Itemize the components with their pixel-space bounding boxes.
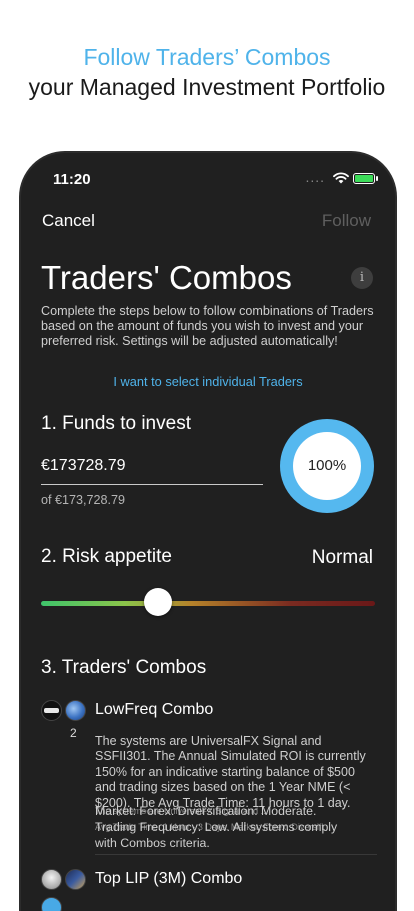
funds-percent-ring: 100%: [280, 419, 374, 513]
avatar-mark: [44, 708, 59, 713]
status-time: 11:20: [53, 171, 91, 188]
combo-description: The systems are UniversalFX Signal and S…: [95, 734, 366, 810]
combo-description-line: with Combos criteria.: [95, 836, 210, 850]
promo-headline: Follow Traders’ Combos your Managed Inve…: [0, 42, 414, 102]
follow-button[interactable]: Follow: [322, 211, 371, 231]
battery-icon: [353, 173, 378, 184]
trader-avatar: [65, 869, 86, 890]
risk-slider-track[interactable]: [41, 601, 375, 606]
funds-input[interactable]: €173728.79: [41, 455, 263, 485]
signal-icon: ....: [305, 169, 325, 185]
status-bar: 11:20 ....: [21, 153, 395, 201]
trader-avatar: [41, 869, 62, 890]
combo-trader-count: 2: [70, 726, 77, 740]
combo-description-line: Trading Frequency: Low. All systems comp…: [95, 820, 338, 834]
promo-subtitle: your Managed Investment Portfolio: [28, 74, 386, 100]
page-description: Complete the steps below to follow combi…: [41, 304, 374, 349]
trader-avatar: [41, 897, 62, 911]
nav-bar: Cancel Follow: [21, 211, 395, 235]
phone-frame: 11:20 .... Cancel Follow Traders' Combos…: [19, 151, 397, 911]
risk-slider-thumb[interactable]: [143, 588, 172, 616]
combos-section-title: 3. Traders' Combos: [41, 657, 207, 678]
combo-avatars: [41, 700, 89, 722]
info-icon[interactable]: i: [351, 267, 373, 289]
funds-percent-label: 100%: [293, 432, 361, 500]
wifi-icon: [333, 172, 349, 184]
promo-title: Follow Traders’ Combos: [83, 44, 331, 70]
risk-section-title: 2. Risk appetite: [41, 546, 172, 567]
select-individual-traders-link[interactable]: I want to select individual Traders: [21, 374, 395, 389]
combo-description-line: Market: Forex. Diversification: Moderate…: [95, 804, 317, 818]
combo-name: LowFreq Combo: [95, 701, 214, 718]
battery-level: [355, 175, 373, 182]
combo-name: Top LIP (3M) Combo: [95, 870, 243, 887]
risk-value: Normal: [311, 547, 373, 568]
trader-avatar: [41, 700, 62, 721]
funds-available: of €173,728.79: [41, 493, 126, 507]
cancel-button[interactable]: Cancel: [42, 211, 95, 231]
combo-divider: [95, 854, 377, 855]
trader-avatar: [65, 700, 86, 721]
page-title: Traders' Combos: [41, 259, 292, 296]
funds-section-title: 1. Funds to invest: [41, 413, 191, 434]
combo-avatars: [41, 869, 89, 911]
